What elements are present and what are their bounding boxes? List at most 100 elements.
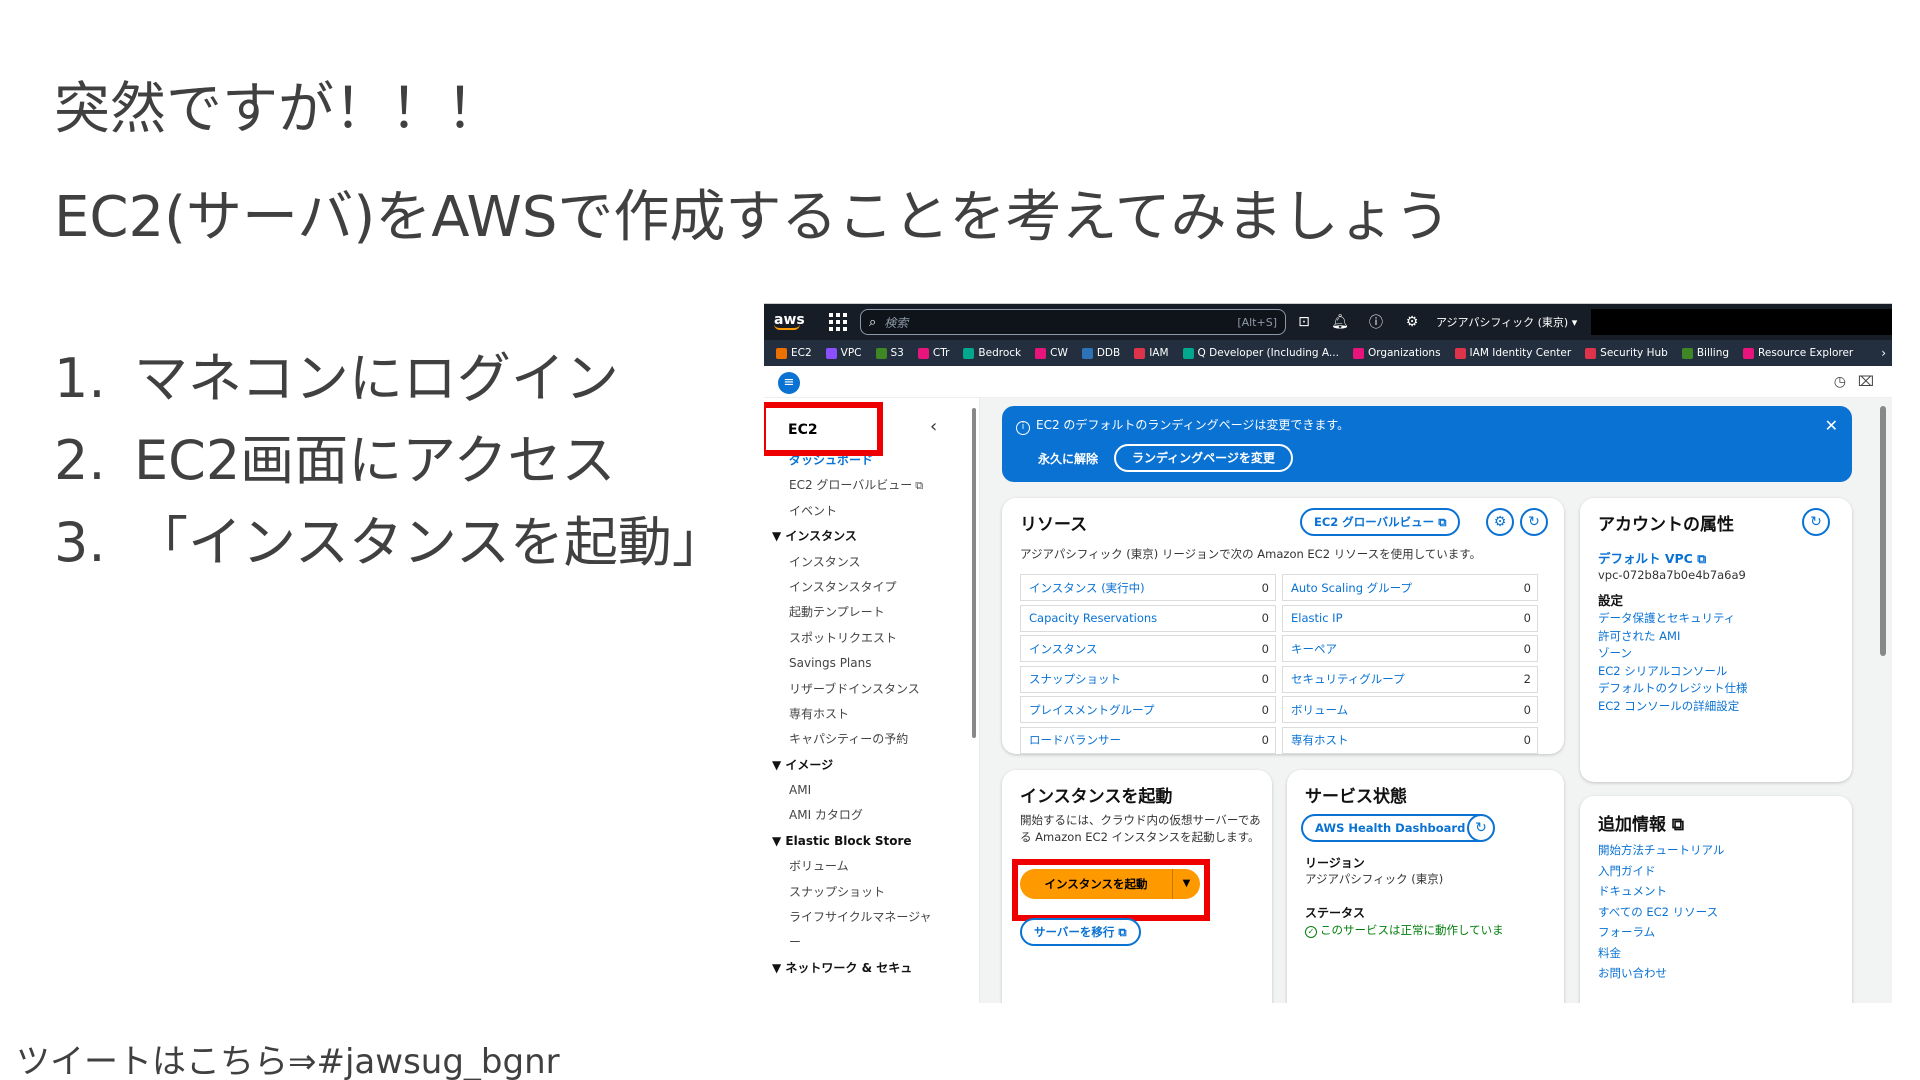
account-setting-link[interactable]: 許可された AMI	[1598, 628, 1680, 644]
sidebar-section[interactable]: ▼ Elastic Block Store	[764, 829, 969, 854]
sidebar-item[interactable]: 専有ホスト	[764, 702, 969, 727]
account-setting-link[interactable]: デフォルトのクレジット仕様	[1598, 680, 1748, 696]
account-setting-link[interactable]: EC2 シリアルコンソール	[1598, 663, 1727, 679]
sidebar-item[interactable]: スポットリクエスト	[764, 626, 969, 651]
bookmark-item[interactable]: Resource Explorer	[1743, 347, 1853, 359]
sidebar-section[interactable]: ▼ イメージ	[764, 753, 969, 778]
settings-icon[interactable]: ⚙	[1486, 508, 1514, 536]
sidebar-item[interactable]: Savings Plans	[764, 651, 969, 676]
bookmark-item[interactable]: S3	[875, 347, 904, 359]
clock-icon[interactable]: ◷	[1834, 374, 1846, 390]
resource-link[interactable]: Elastic IP	[1291, 611, 1343, 625]
bookmark-icon	[1681, 347, 1693, 359]
resource-cell[interactable]: Auto Scaling グループ 0	[1282, 574, 1538, 601]
bookmark-item[interactable]: Q Developer (Including A...	[1182, 347, 1339, 359]
help-icon[interactable]: ⓘ	[1358, 312, 1394, 332]
bookmark-item[interactable]: Organizations	[1352, 347, 1441, 359]
resource-link[interactable]: Capacity Reservations	[1029, 611, 1157, 625]
gear-icon[interactable]: ⚙	[1394, 314, 1430, 330]
resource-link[interactable]: インスタンス (実行中)	[1029, 580, 1145, 596]
resource-cell[interactable]: プレイスメントグループ 0	[1020, 696, 1276, 724]
resource-link[interactable]: ボリューム	[1291, 702, 1348, 718]
sidebar-item[interactable]: AMI	[764, 778, 969, 803]
sidebar-item[interactable]: 起動テンプレート	[764, 600, 969, 625]
sidebar-item[interactable]: イベント	[764, 499, 969, 524]
sidebar-scrollbar[interactable]	[972, 408, 976, 738]
menu-icon[interactable]: ≡	[778, 372, 800, 394]
feedback-icon[interactable]: ⌧	[1858, 374, 1874, 390]
sidebar-item-label: ▼ イメージ	[772, 757, 834, 772]
migrate-server-button[interactable]: サーバーを移行 ⧉	[1020, 918, 1141, 946]
sidebar-item[interactable]: ボリューム	[764, 854, 969, 879]
resource-link[interactable]: スナップショット	[1029, 671, 1121, 687]
resource-cell[interactable]: 専有ホスト 0	[1282, 726, 1538, 754]
sidebar-item[interactable]: スナップショット	[764, 880, 969, 905]
account-setting-link[interactable]: EC2 コンソールの詳細設定	[1598, 698, 1739, 714]
resource-link[interactable]: 専有ホスト	[1291, 732, 1349, 748]
sidebar-item[interactable]: EC2 グローバルビュー ⧉	[764, 473, 969, 498]
sidebar-section[interactable]: ▼ ネットワーク & セキュ	[764, 956, 969, 981]
default-vpc-link[interactable]: デフォルト VPC ⧉	[1598, 548, 1706, 567]
additional-info-link[interactable]: 入門ガイド	[1598, 863, 1656, 879]
resource-link[interactable]: セキュリティグループ	[1291, 671, 1405, 687]
bookmark-item[interactable]: VPC	[825, 347, 862, 359]
bookmark-item[interactable]: IAM	[1134, 347, 1169, 359]
resource-link[interactable]: Auto Scaling グループ	[1291, 580, 1412, 596]
resource-cell[interactable]: Elastic IP 0	[1282, 604, 1538, 632]
sidebar-item[interactable]: インスタンス	[764, 550, 969, 575]
refresh-icon[interactable]: ↻	[1520, 508, 1548, 536]
resource-cell[interactable]: キーペア 0	[1282, 635, 1538, 663]
refresh-icon[interactable]: ↻	[1467, 814, 1495, 842]
bookmark-item[interactable]: Billing	[1681, 347, 1729, 359]
close-icon[interactable]: ✕	[1825, 416, 1838, 435]
services-grid-icon[interactable]	[828, 312, 848, 332]
region-selector[interactable]: アジアパシフィック (東京) ▾	[1436, 314, 1577, 330]
additional-info-link[interactable]: 料金	[1598, 945, 1621, 961]
bookmark-item[interactable]: Bedrock	[963, 347, 1021, 359]
refresh-icon[interactable]: ↻	[1802, 508, 1830, 536]
bookmark-item[interactable]: DDB	[1081, 347, 1120, 359]
additional-info-link[interactable]: 開始方法チュートリアル	[1598, 842, 1724, 858]
bookmark-item[interactable]: Security Hub	[1585, 347, 1668, 359]
bookmark-item[interactable]: EC2	[776, 347, 812, 359]
resource-cell[interactable]: スナップショット 0	[1020, 665, 1276, 693]
bookmark-item[interactable]: IAM Identity Center	[1454, 347, 1571, 359]
resource-link[interactable]: ロードバランサー	[1029, 732, 1121, 748]
aws-logo[interactable]: aws	[774, 313, 812, 330]
sidebar-item[interactable]: インスタンスタイプ	[764, 575, 969, 600]
collapse-icon[interactable]: ‹	[930, 416, 937, 437]
sidebar-item[interactable]: キャパシティーの予約	[764, 727, 969, 752]
additional-info-link[interactable]: フォーラム	[1598, 924, 1655, 940]
health-dashboard-button[interactable]: AWS Health Dashboard ⧉	[1301, 814, 1492, 842]
search-input[interactable]: ⌕ 検索 [Alt+S]	[860, 309, 1286, 335]
additional-info-link[interactable]: ドキュメント	[1598, 883, 1667, 899]
resource-cell[interactable]: ロードバランサー 0	[1020, 726, 1276, 754]
main-scrollbar[interactable]	[1880, 406, 1886, 656]
resource-link[interactable]: キーペア	[1291, 641, 1337, 657]
sidebar-item[interactable]: リザーブドインスタンス	[764, 677, 969, 702]
resource-link[interactable]: インスタンス	[1029, 641, 1098, 657]
account-setting-link[interactable]: データ保護とセキュリティ	[1598, 610, 1735, 626]
bell-icon[interactable]: 🔔︎	[1322, 314, 1358, 330]
bookmark-item[interactable]: CTr	[917, 347, 949, 359]
resource-count: 0	[1523, 702, 1531, 717]
resource-cell[interactable]: インスタンス (実行中) 0	[1020, 574, 1276, 601]
sidebar-item[interactable]: AMI カタログ	[764, 803, 969, 828]
sidebar-item[interactable]: ライフサイクルマネージャ	[764, 905, 969, 930]
resource-cell[interactable]: ボリューム 0	[1282, 696, 1538, 724]
account-setting-link[interactable]: ゾーン	[1598, 645, 1632, 661]
sidebar-section[interactable]: ▼ インスタンス	[764, 524, 969, 549]
change-landing-page-button[interactable]: ランディングページを変更	[1114, 444, 1293, 472]
additional-info-link[interactable]: すべての EC2 リソース	[1598, 904, 1718, 920]
resource-cell[interactable]: セキュリティグループ 2	[1282, 665, 1538, 693]
sidebar-item[interactable]: ー	[764, 930, 969, 955]
additional-info-link[interactable]: お問い合わせ	[1598, 965, 1667, 981]
resource-cell[interactable]: インスタンス 0	[1020, 635, 1276, 663]
resource-link[interactable]: プレイスメントグループ	[1029, 702, 1154, 718]
dismiss-permanently-link[interactable]: 永久に解除	[1038, 450, 1098, 467]
bookmark-item[interactable]: CW	[1035, 347, 1068, 359]
global-view-button[interactable]: EC2 グローバルビュー ⧉	[1300, 508, 1461, 536]
cloudshell-icon[interactable]: ⊡	[1286, 314, 1322, 330]
resource-cell[interactable]: Capacity Reservations 0	[1020, 604, 1276, 632]
chevron-right-icon[interactable]: ›	[1881, 346, 1886, 360]
